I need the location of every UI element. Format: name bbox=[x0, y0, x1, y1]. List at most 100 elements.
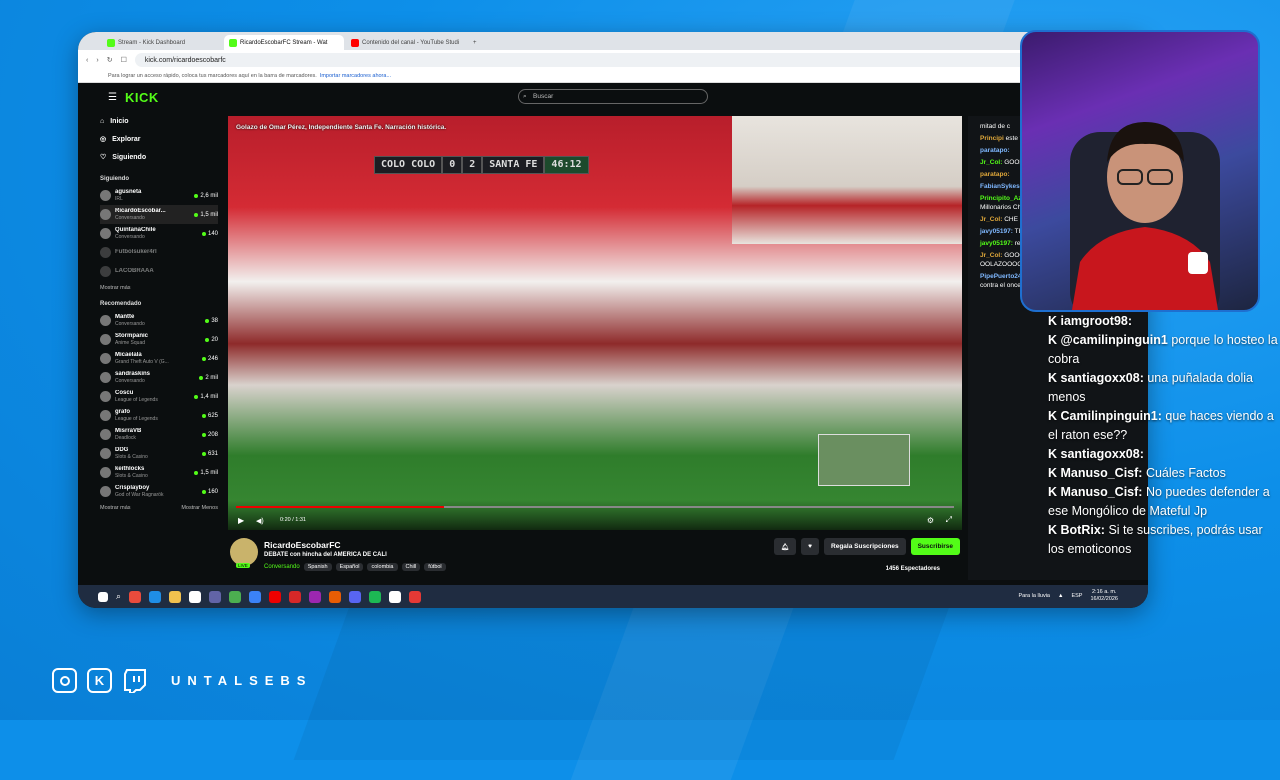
channel-item[interactable]: Stormpanic Anime Squad 20 bbox=[100, 330, 218, 349]
score-home: 0 bbox=[442, 156, 463, 174]
gift-subs-button[interactable]: Regala Suscripciones bbox=[824, 538, 906, 555]
tab-stream[interactable]: RicardoEscobarFC Stream - Wat bbox=[224, 35, 344, 50]
chat-username[interactable]: Principi bbox=[980, 135, 1004, 142]
tab-youtube-studio[interactable]: Contenido del canal - YouTube Studi bbox=[346, 35, 466, 50]
obs-icon[interactable] bbox=[389, 590, 402, 603]
sidebar: ⌂ Inicio ◎ Explorar ♡ Siguiendo Siguiendo a… bbox=[100, 112, 218, 580]
settings-icon[interactable]: ⚙ bbox=[927, 516, 934, 525]
youtube-miniplayer[interactable] bbox=[818, 434, 910, 486]
chat-username[interactable]: paratapo: bbox=[980, 171, 1010, 178]
viewer-number: 2 mil bbox=[205, 374, 218, 381]
windows-start-icon[interactable] bbox=[98, 591, 108, 602]
app-icon[interactable] bbox=[409, 590, 422, 603]
channel-item[interactable]: sandraskins Conversando 2 mil bbox=[100, 368, 218, 387]
taskbar-app-icon[interactable] bbox=[129, 590, 142, 603]
hamburger-icon[interactable]: ☰ bbox=[108, 92, 117, 103]
channel-category: League of Legends bbox=[115, 396, 158, 403]
streamer-avatar[interactable] bbox=[230, 538, 258, 566]
spotify-icon[interactable] bbox=[369, 590, 382, 603]
fullscreen-icon[interactable]: ⤢ bbox=[946, 515, 952, 525]
tab-kick-dashboard[interactable]: Stream - Kick Dashboard bbox=[102, 35, 222, 50]
word-icon[interactable] bbox=[249, 590, 262, 603]
live-dot-icon bbox=[201, 356, 206, 361]
app-icon[interactable] bbox=[289, 590, 302, 603]
channel-item[interactable]: Mantte Conversando 38 bbox=[100, 311, 218, 330]
tag[interactable]: colombia bbox=[367, 563, 398, 571]
forward-icon[interactable]: › bbox=[96, 57, 98, 64]
channel-item[interactable]: grafo League of Legends 625 bbox=[100, 406, 218, 425]
channel-item[interactable]: QuintanaChile Conversando 140 bbox=[100, 224, 218, 243]
chat-username[interactable]: Jr_Col: bbox=[980, 216, 1002, 223]
channel-item[interactable]: Crisplayboy God of War Ragnarök 160 bbox=[100, 482, 218, 501]
chat-username[interactable]: FabianSykes: bbox=[980, 183, 1022, 190]
chat-username[interactable]: Jr_Col: bbox=[980, 159, 1002, 166]
clock[interactable]: 2:16 a. m. 16/02/2026 bbox=[1090, 589, 1118, 603]
windows-taskbar: ⌕ Para la lluvia ▲ ESP 2:16 a. m. 16/02/2… bbox=[78, 585, 1148, 608]
import-bookmarks-link[interactable]: Importar marcadores ahora... bbox=[320, 73, 391, 79]
back-icon[interactable]: ‹ bbox=[86, 57, 88, 64]
score-team-away: SANTA FE bbox=[482, 156, 545, 174]
teams-icon[interactable] bbox=[209, 590, 222, 603]
kick-logo[interactable]: KICK bbox=[125, 90, 159, 105]
calendar-icon[interactable] bbox=[189, 590, 202, 603]
video-player[interactable]: Golazo de Omar Pérez, Independiente Sant… bbox=[228, 116, 962, 530]
tag[interactable]: Español bbox=[335, 563, 364, 571]
channel-item[interactable]: DDG Slots & Casino 631 bbox=[100, 444, 218, 463]
follow-button[interactable]: ♥ bbox=[801, 538, 820, 555]
search-icon[interactable]: ⌕ bbox=[116, 591, 121, 602]
edge-icon[interactable] bbox=[149, 590, 162, 603]
chat-username[interactable]: paratapo: bbox=[980, 147, 1010, 154]
category-link[interactable]: Conversando bbox=[264, 564, 300, 570]
channel-item[interactable]: Futbolsuker4rl bbox=[100, 243, 218, 262]
new-tab-button[interactable]: + bbox=[468, 35, 482, 50]
channel-item[interactable]: Micaelala Grand Theft Auto V (G... 246 bbox=[100, 349, 218, 368]
chrome-icon[interactable] bbox=[229, 590, 242, 603]
compass-icon: ◎ bbox=[100, 136, 107, 143]
channel-item[interactable]: MisrraVB Deadlock 208 bbox=[100, 425, 218, 444]
streamer-webcam-image bbox=[1070, 122, 1220, 310]
channel-item[interactable]: keithlocks Slots & Casino 1,5 mil bbox=[100, 463, 218, 482]
app-icon[interactable] bbox=[269, 590, 282, 603]
language-indicator[interactable]: ESP bbox=[1071, 593, 1082, 599]
bookmark-icon[interactable]: ☐ bbox=[121, 56, 127, 64]
avatar bbox=[100, 391, 111, 402]
progress-bar[interactable] bbox=[236, 506, 954, 508]
chat-username[interactable]: PipePuerto24: bbox=[980, 273, 1024, 280]
folder-icon[interactable] bbox=[169, 590, 182, 603]
chat-username[interactable]: Principito_Azu bbox=[980, 195, 1026, 202]
wifi-icon[interactable]: ▲ bbox=[1058, 593, 1063, 599]
kick-badge-icon: K bbox=[1048, 485, 1061, 499]
tag[interactable]: fútbol bbox=[424, 563, 446, 571]
subscribe-button[interactable]: Suscribirse bbox=[910, 538, 960, 555]
nav-inicio[interactable]: ⌂ Inicio bbox=[100, 112, 218, 130]
chat-username[interactable]: javy05197: bbox=[980, 240, 1013, 247]
nav-explorar[interactable]: ◎ Explorar bbox=[100, 130, 218, 148]
chat-username[interactable]: javy05197: bbox=[980, 228, 1013, 235]
tag[interactable]: Spanish bbox=[303, 563, 332, 571]
brave-icon[interactable] bbox=[329, 590, 342, 603]
app-icon[interactable] bbox=[309, 590, 322, 603]
reload-icon[interactable]: ↻ bbox=[107, 56, 113, 64]
show-more-link[interactable]: Mostrar más bbox=[100, 505, 131, 511]
channel-item[interactable]: LACOBRAAA bbox=[100, 262, 218, 281]
search-input[interactable]: ⌕ Buscar bbox=[518, 89, 708, 104]
play-icon[interactable]: ▶ bbox=[238, 516, 244, 525]
nav-siguiendo[interactable]: ♡ Siguiendo bbox=[100, 148, 218, 166]
live-badge: LIVE bbox=[236, 563, 250, 568]
chat-username[interactable]: Jr_Col: bbox=[980, 252, 1002, 259]
notification-button[interactable]: 🔔︎ bbox=[773, 538, 797, 555]
discord-icon[interactable] bbox=[349, 590, 362, 603]
overlay-username: BotRix: bbox=[1060, 523, 1105, 537]
channel-item[interactable]: agusneta IRL 2,6 mil bbox=[100, 186, 218, 205]
tag[interactable]: Chill bbox=[401, 563, 421, 571]
volume-icon[interactable]: ◀) bbox=[256, 517, 264, 525]
streamer-name[interactable]: RicardoEscobarFC bbox=[264, 540, 341, 550]
channel-item[interactable]: Coscu League of Legends 1,4 mil bbox=[100, 387, 218, 406]
show-less-link[interactable]: Mostrar Menos bbox=[181, 505, 218, 511]
channel-item[interactable]: RicardoEscobar... Conversando 1,5 mil bbox=[100, 205, 218, 224]
address-bar[interactable]: kick.com/ricardoescobarfc bbox=[134, 53, 1112, 67]
overlay-chat-message: K @camilinpinguin1 porque lo hosteo la c… bbox=[1048, 331, 1280, 369]
player-controls: ▶ ◀) 0:20 / 1:31 ⤢ ⚙ bbox=[228, 500, 962, 530]
show-more-link[interactable]: Mostrar más bbox=[100, 285, 131, 291]
weather-widget[interactable]: Para la lluvia bbox=[1019, 593, 1051, 599]
